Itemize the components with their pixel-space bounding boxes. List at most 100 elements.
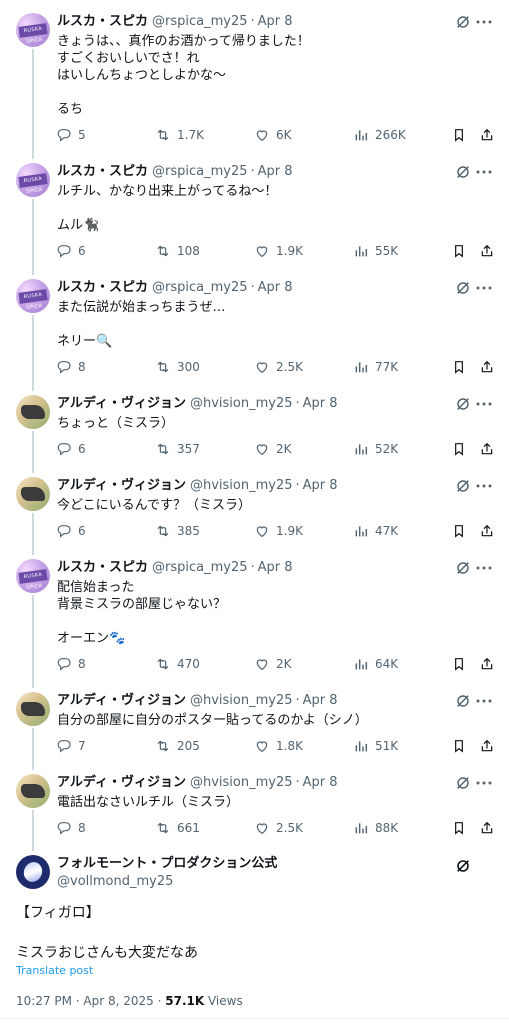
avatar[interactable]: RUSKA SPICA	[16, 163, 50, 197]
share-button[interactable]	[479, 439, 495, 459]
reply-button[interactable]: 6	[56, 521, 86, 541]
share-button[interactable]	[479, 241, 495, 261]
avatar[interactable]: RUSKA SPICA	[16, 559, 50, 593]
avatar[interactable]	[16, 477, 50, 511]
share-button[interactable]	[479, 818, 495, 838]
views-button[interactable]: 55K	[353, 241, 398, 261]
reply-button[interactable]: 6	[56, 241, 86, 261]
like-button[interactable]: 1.8K	[254, 736, 303, 756]
reply-button[interactable]: 5	[56, 125, 86, 145]
more-icon[interactable]	[475, 396, 493, 412]
post-timestamp[interactable]: 10:27 PM · Apr 8, 2025 ·	[16, 994, 165, 1008]
more-icon[interactable]	[475, 560, 493, 576]
tweet-date[interactable]: Apr 8	[303, 396, 338, 411]
repost-button[interactable]: 470	[155, 654, 200, 674]
views-button[interactable]: 51K	[353, 736, 398, 756]
grok-icon[interactable]	[455, 396, 471, 412]
more-icon[interactable]	[475, 693, 493, 709]
author-name[interactable]: アルディ・ヴィジョン	[57, 396, 186, 411]
author-handle[interactable]: @hvision_my25	[190, 396, 293, 411]
author-handle[interactable]: @rspica_my25	[152, 14, 248, 29]
bookmark-button[interactable]	[451, 125, 467, 145]
like-button[interactable]: 2.5K	[254, 818, 303, 838]
grok-icon[interactable]	[455, 858, 471, 874]
repost-button[interactable]: 385	[155, 521, 200, 541]
share-button[interactable]	[479, 521, 495, 541]
tweet-date[interactable]: Apr 8	[303, 478, 338, 493]
reply-button[interactable]: 7	[56, 736, 86, 756]
views-button[interactable]: 266K	[353, 125, 406, 145]
tweet-date[interactable]: Apr 8	[303, 775, 338, 790]
more-icon[interactable]	[475, 164, 493, 180]
views-button[interactable]: 88K	[353, 818, 398, 838]
avatar[interactable]	[16, 855, 50, 889]
author-name[interactable]: ルスカ・スピカ	[57, 280, 148, 295]
tweet-date[interactable]: Apr 8	[303, 693, 338, 708]
author-handle[interactable]: @hvision_my25	[190, 693, 293, 708]
repost-button[interactable]: 661	[155, 818, 200, 838]
avatar[interactable]	[16, 395, 50, 429]
views-button[interactable]: 47K	[353, 521, 398, 541]
more-icon[interactable]	[475, 280, 493, 296]
more-icon[interactable]	[475, 478, 493, 494]
author-name[interactable]: アルディ・ヴィジョン	[57, 775, 186, 790]
tweet-date[interactable]: Apr 8	[258, 14, 293, 29]
grok-icon[interactable]	[455, 14, 471, 30]
share-button[interactable]	[479, 654, 495, 674]
author-handle[interactable]: @hvision_my25	[190, 775, 293, 790]
views-button[interactable]: 64K	[353, 654, 398, 674]
bookmark-button[interactable]	[451, 521, 467, 541]
grok-icon[interactable]	[455, 560, 471, 576]
grok-icon[interactable]	[455, 164, 471, 180]
author-handle[interactable]: @vollmond_my25	[57, 873, 173, 890]
share-button[interactable]	[479, 357, 495, 377]
avatar[interactable]: RUSKA SPICA	[16, 13, 50, 47]
more-icon[interactable]	[475, 775, 493, 791]
like-button[interactable]: 1.9K	[254, 521, 303, 541]
repost-button[interactable]: 108	[155, 241, 200, 261]
views-button[interactable]: 77K	[353, 357, 398, 377]
author-handle[interactable]: @hvision_my25	[190, 478, 293, 493]
like-button[interactable]: 2K	[254, 439, 292, 459]
avatar[interactable]	[16, 692, 50, 726]
repost-button[interactable]: 205	[155, 736, 200, 756]
reply-button[interactable]: 8	[56, 357, 86, 377]
author-name[interactable]: アルディ・ヴィジョン	[57, 693, 186, 708]
author-handle[interactable]: @rspica_my25	[152, 164, 248, 179]
author-name[interactable]: ルスカ・スピカ	[57, 164, 148, 179]
author-handle[interactable]: @rspica_my25	[152, 560, 248, 575]
bookmark-button[interactable]	[451, 357, 467, 377]
reply-button[interactable]: 8	[56, 654, 86, 674]
bookmark-button[interactable]	[451, 654, 467, 674]
like-button[interactable]: 2K	[254, 654, 292, 674]
like-button[interactable]: 6K	[254, 125, 292, 145]
bookmark-button[interactable]	[451, 439, 467, 459]
grok-icon[interactable]	[455, 693, 471, 709]
author-name[interactable]: フォルモーント・プロダクション公式	[57, 855, 277, 872]
reply-button[interactable]: 8	[56, 818, 86, 838]
author-handle[interactable]: @rspica_my25	[152, 280, 248, 295]
bookmark-button[interactable]	[451, 818, 467, 838]
like-button[interactable]: 2.5K	[254, 357, 303, 377]
bookmark-button[interactable]	[451, 736, 467, 756]
repost-button[interactable]: 300	[155, 357, 200, 377]
repost-button[interactable]: 357	[155, 439, 200, 459]
tweet-date[interactable]: Apr 8	[258, 280, 293, 295]
reply-button[interactable]: 6	[56, 439, 86, 459]
views-button[interactable]: 52K	[353, 439, 398, 459]
avatar[interactable]: RUSKA SPICA	[16, 279, 50, 313]
tweet-date[interactable]: Apr 8	[258, 164, 293, 179]
repost-button[interactable]: 1.7K	[155, 125, 204, 145]
author-name[interactable]: ルスカ・スピカ	[57, 560, 148, 575]
grok-icon[interactable]	[455, 478, 471, 494]
tweet-date[interactable]: Apr 8	[258, 560, 293, 575]
grok-icon[interactable]	[455, 775, 471, 791]
share-button[interactable]	[479, 125, 495, 145]
share-button[interactable]	[479, 736, 495, 756]
bookmark-button[interactable]	[451, 241, 467, 261]
more-icon[interactable]	[475, 14, 493, 30]
author-name[interactable]: アルディ・ヴィジョン	[57, 478, 186, 493]
avatar[interactable]	[16, 774, 50, 808]
translate-link[interactable]: Translate post	[16, 964, 93, 977]
grok-icon[interactable]	[455, 280, 471, 296]
